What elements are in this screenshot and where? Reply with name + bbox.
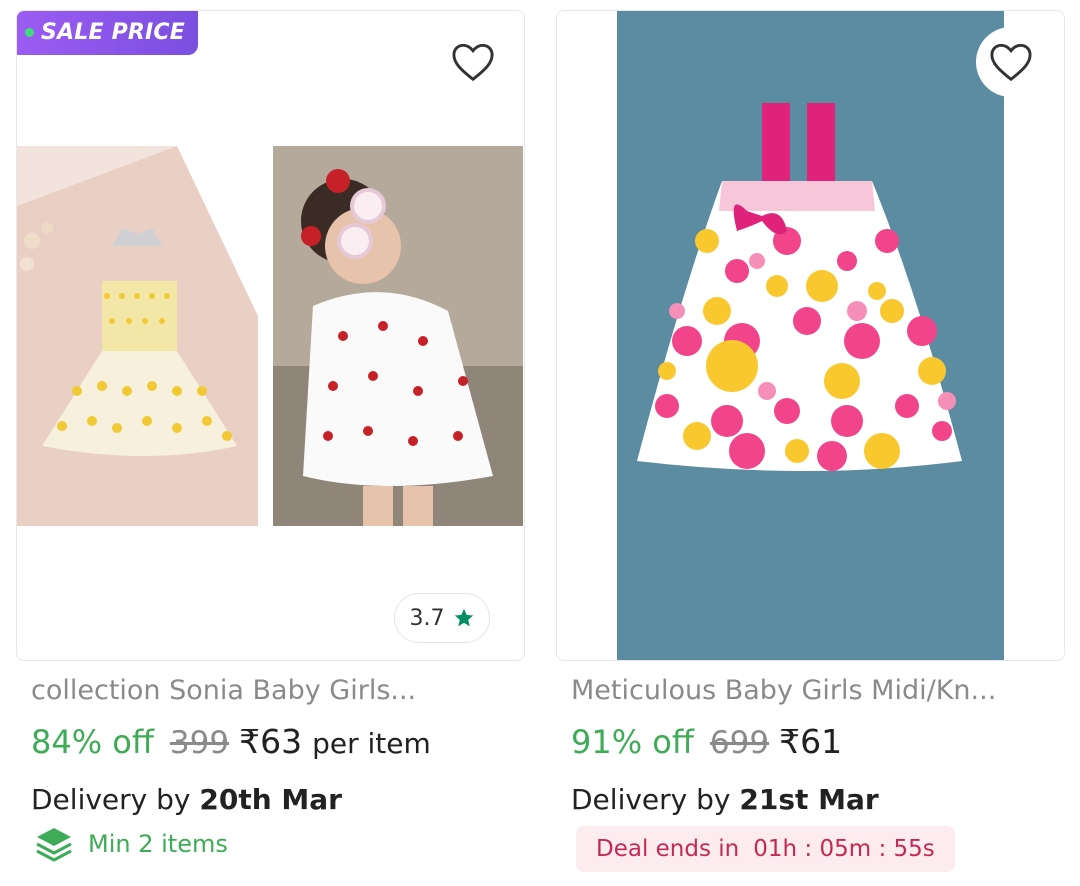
product-photo-dress xyxy=(17,146,258,526)
deal-countdown: Deal ends in 01h : 05m : 55s xyxy=(576,826,955,872)
product-card[interactable]: Meticulous Baby Girls Midi/Kn... 91% off… xyxy=(556,10,1065,872)
original-price: 399 xyxy=(169,725,230,761)
product-title[interactable]: Meticulous Baby Girls Midi/Kn... xyxy=(571,675,1041,706)
product-card[interactable]: SALE PRICE 3.7 collection Sonia Baby Gir… xyxy=(16,10,525,864)
per-unit-label: per item xyxy=(312,727,431,760)
wishlist-button[interactable] xyxy=(976,27,1046,97)
product-photo-model xyxy=(273,146,523,526)
discount-percent: 91% off xyxy=(571,723,694,761)
delivery-date: 21st Mar xyxy=(739,783,879,816)
product-photo-dress xyxy=(617,11,1004,660)
sale-price-badge: SALE PRICE xyxy=(17,11,198,55)
price-row: 91% off 699 ₹61 xyxy=(571,722,1065,761)
sale-price: ₹63 xyxy=(239,722,303,761)
min-items-info: Min 2 items xyxy=(34,824,525,864)
heart-outline-icon xyxy=(452,43,494,82)
deal-label: Deal ends in xyxy=(596,836,740,862)
delivery-info: Delivery by 21st Mar xyxy=(571,783,1065,816)
wishlist-button[interactable] xyxy=(438,27,508,97)
star-icon xyxy=(454,608,473,627)
delivery-prefix: Delivery by xyxy=(571,783,731,816)
deal-timer: 01h : 05m : 55s xyxy=(753,836,935,862)
rating-value: 3.7 xyxy=(409,605,445,631)
min-items-label: Min 2 items xyxy=(88,830,228,858)
sale-price: ₹61 xyxy=(779,722,843,761)
badge-dot xyxy=(25,28,34,37)
price-row: 84% off 399 ₹63 per item xyxy=(31,722,525,761)
original-price: 699 xyxy=(709,725,770,761)
heart-outline-icon xyxy=(990,43,1032,82)
layers-icon xyxy=(36,828,72,862)
product-image-frame[interactable] xyxy=(556,10,1065,661)
delivery-date: 20th Mar xyxy=(199,783,342,816)
product-title[interactable]: collection Sonia Baby Girls... xyxy=(31,675,501,706)
delivery-prefix: Delivery by xyxy=(31,783,191,816)
delivery-info: Delivery by 20th Mar xyxy=(31,783,525,816)
product-image-frame[interactable]: SALE PRICE 3.7 xyxy=(16,10,525,661)
badge-label: SALE PRICE xyxy=(41,20,186,45)
rating-pill: 3.7 xyxy=(394,593,490,643)
discount-percent: 84% off xyxy=(31,723,154,761)
